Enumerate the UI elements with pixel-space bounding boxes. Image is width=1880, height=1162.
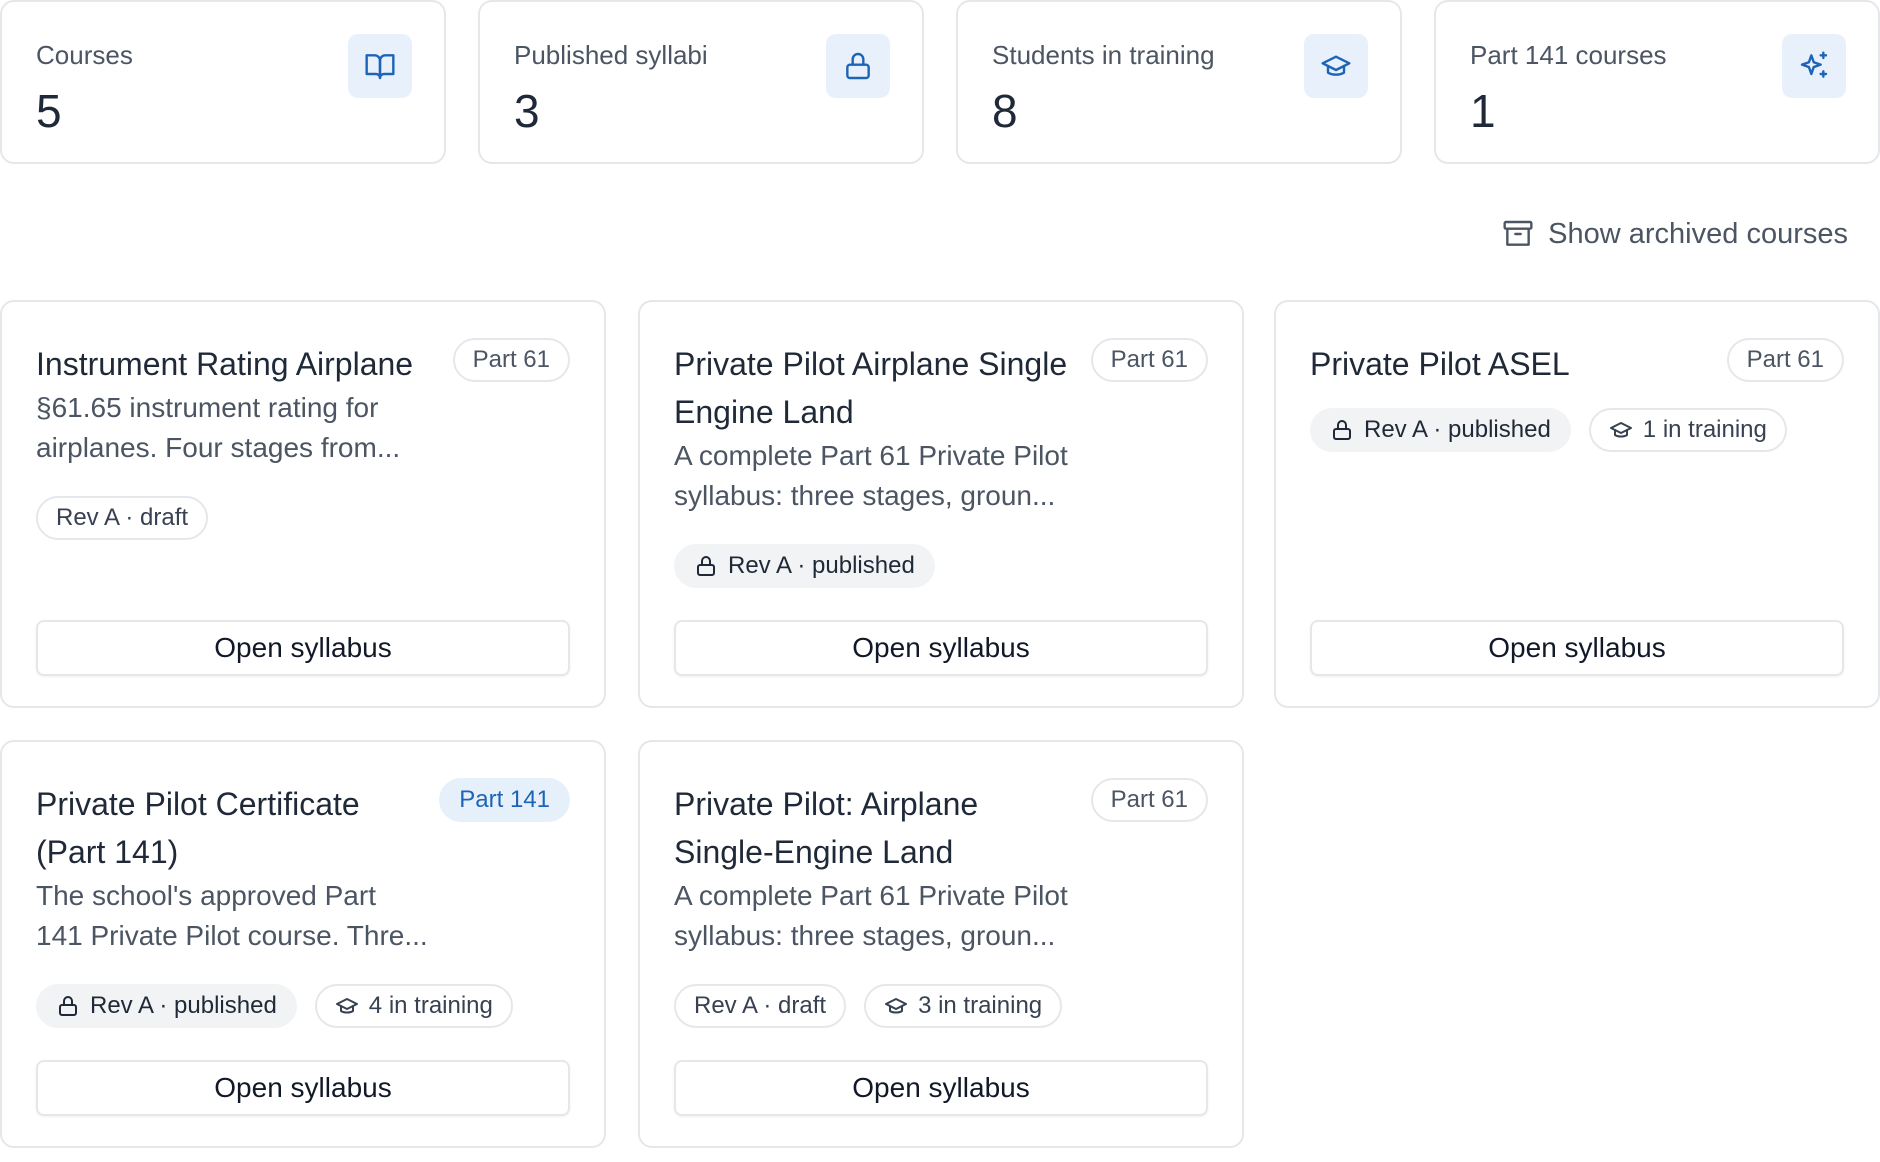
revision-badge: Rev A · published bbox=[36, 984, 297, 1028]
stats-row: Courses 5 Published syllabi 3 Students i… bbox=[0, 0, 1880, 164]
lock-icon bbox=[826, 34, 890, 98]
stat-card-courses: Courses 5 bbox=[0, 0, 446, 164]
stat-label: Part 141 courses bbox=[1470, 40, 1667, 70]
course-chips: Rev A · draft bbox=[36, 496, 209, 540]
course-title: Instrument Rating Airplane bbox=[36, 346, 414, 382]
course-description: A complete Part 61 Private Pilot syllabu… bbox=[674, 436, 1114, 516]
course-description: The school's approved Part 141 Private P… bbox=[36, 876, 476, 956]
part-badge: Part 141 bbox=[439, 778, 570, 822]
course-description: A complete Part 61 Private Pilot syllabu… bbox=[674, 876, 1114, 956]
course-card: Private Pilot: Airplane Single-Engine La… bbox=[638, 740, 1244, 1148]
stat-label: Students in training bbox=[992, 40, 1215, 70]
stat-value: 5 bbox=[36, 85, 62, 137]
course-card: Private Pilot ASEL Part 61 Rev A · publi… bbox=[1274, 300, 1880, 708]
course-chips: Rev A · draft 3 in training bbox=[674, 984, 1063, 1028]
revision-badge: Rev A · draft bbox=[36, 496, 209, 540]
stat-value: 3 bbox=[514, 85, 540, 137]
stat-value: 8 bbox=[992, 85, 1018, 137]
open-syllabus-button[interactable]: Open syllabus bbox=[674, 620, 1208, 676]
part-badge: Part 61 bbox=[1726, 338, 1844, 382]
archive-icon bbox=[1503, 220, 1533, 246]
training-label: 4 in training bbox=[368, 992, 493, 1019]
description-line: airplanes. Four stages from... bbox=[36, 432, 401, 463]
stat-card-published-syllabi: Published syllabi 3 bbox=[478, 0, 924, 164]
course-card: Private Pilot Certificate (Part 141) Par… bbox=[0, 740, 606, 1148]
graduation-cap-icon bbox=[335, 998, 358, 1014]
description-line: §61.65 instrument rating for bbox=[36, 392, 379, 423]
lock-icon bbox=[1333, 420, 1351, 440]
lock-icon bbox=[59, 996, 77, 1016]
revision-badge: Rev A · published bbox=[674, 544, 935, 588]
show-archived-courses-button[interactable]: Show archived courses bbox=[1502, 214, 1848, 254]
training-badge: 4 in training bbox=[314, 984, 513, 1028]
graduation-cap-icon bbox=[1609, 422, 1632, 438]
course-card: Instrument Rating Airplane Part 61 §61.6… bbox=[0, 300, 606, 708]
course-chips: Rev A · published 1 in training bbox=[1310, 408, 1787, 452]
lock-icon bbox=[697, 556, 715, 576]
book-icon bbox=[348, 34, 412, 98]
revision-label: Rev A · published bbox=[90, 992, 277, 1019]
training-label: 3 in training bbox=[918, 992, 1043, 1019]
course-chips: Rev A · published bbox=[674, 544, 935, 588]
course-title: Private Pilot Certificate (Part 141) bbox=[36, 786, 360, 870]
open-syllabus-button[interactable]: Open syllabus bbox=[674, 1060, 1208, 1116]
revision-label: Rev A · published bbox=[728, 552, 915, 579]
revision-label: Rev A · published bbox=[1364, 416, 1551, 443]
description-line: The school's approved Part bbox=[36, 880, 376, 911]
course-description: §61.65 instrument rating for airplanes. … bbox=[36, 388, 476, 468]
stat-card-part-141-courses: Part 141 courses 1 bbox=[1434, 0, 1880, 164]
stat-label: Courses bbox=[36, 40, 133, 70]
description-line: syllabus: three stages, groun... bbox=[674, 480, 1056, 511]
description-line: A complete Part 61 Private Pilot bbox=[674, 880, 1068, 911]
part-badge: Part 61 bbox=[1090, 338, 1208, 382]
training-label: 1 in training bbox=[1642, 416, 1767, 443]
part-badge: Part 61 bbox=[1090, 778, 1208, 822]
open-syllabus-button[interactable]: Open syllabus bbox=[36, 620, 570, 676]
course-title: Private Pilot ASEL bbox=[1310, 346, 1570, 382]
course-card: Private Pilot Airplane Single Engine Lan… bbox=[638, 300, 1244, 708]
training-badge: 3 in training bbox=[864, 984, 1063, 1028]
description-line: syllabus: three stages, groun... bbox=[674, 920, 1056, 951]
stat-card-students-in-training: Students in training 8 bbox=[956, 0, 1402, 164]
description-line: A complete Part 61 Private Pilot bbox=[674, 440, 1068, 471]
course-title: Private Pilot Airplane Single Engine Lan… bbox=[674, 346, 1068, 430]
training-badge: 1 in training bbox=[1588, 408, 1787, 452]
revision-label: Rev A · draft bbox=[694, 992, 827, 1019]
description-line: 141 Private Pilot course. Thre... bbox=[36, 920, 428, 951]
course-title: Private Pilot: Airplane Single-Engine La… bbox=[674, 786, 979, 870]
sparkles-icon bbox=[1782, 34, 1846, 98]
graduation-cap-icon bbox=[885, 998, 908, 1014]
graduation-cap-icon bbox=[1304, 34, 1368, 98]
stat-label: Published syllabi bbox=[514, 40, 708, 70]
open-syllabus-button[interactable]: Open syllabus bbox=[1310, 620, 1844, 676]
revision-label: Rev A · draft bbox=[56, 504, 189, 531]
revision-badge: Rev A · draft bbox=[674, 984, 847, 1028]
show-archived-label: Show archived courses bbox=[1548, 217, 1848, 250]
stat-value: 1 bbox=[1470, 85, 1496, 137]
open-syllabus-button[interactable]: Open syllabus bbox=[36, 1060, 570, 1116]
part-badge: Part 61 bbox=[452, 338, 570, 382]
revision-badge: Rev A · published bbox=[1310, 408, 1571, 452]
course-chips: Rev A · published 4 in training bbox=[36, 984, 513, 1028]
